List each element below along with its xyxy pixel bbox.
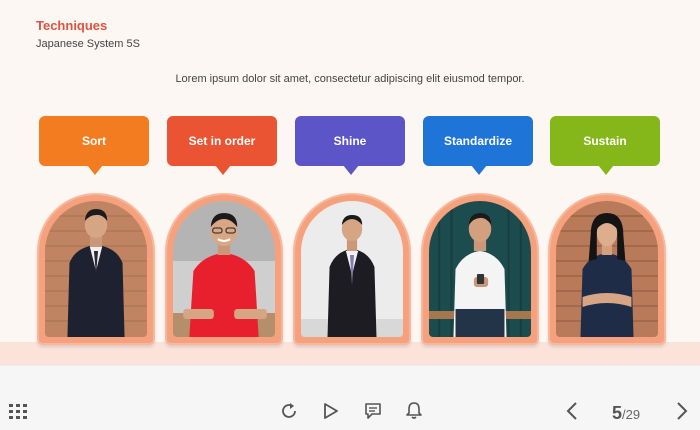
step-card-sort: Sort (37, 116, 155, 345)
chevron-left-icon[interactable] (565, 401, 579, 421)
replay-icon[interactable] (280, 402, 298, 420)
man-with-phone-photo (429, 201, 531, 337)
page-indicator: 5/29 (612, 403, 640, 424)
grid-menu-icon[interactable] (9, 404, 27, 420)
step-label: Standardize (443, 134, 512, 148)
step-bubble-sort[interactable]: Sort (39, 116, 149, 175)
bubble-tail (471, 165, 487, 175)
photo-frame (37, 193, 155, 345)
step-label: Shine (333, 134, 367, 148)
step-bubble-sustain[interactable]: Sustain (550, 116, 660, 175)
player-toolbar (0, 365, 700, 430)
total-pages: /29 (622, 407, 641, 422)
chevron-right-icon[interactable] (675, 401, 689, 421)
step-card-shine: Shine (293, 116, 411, 345)
step-card-set-in-order: Set in order (165, 116, 283, 345)
step-label: Set in order (188, 134, 256, 148)
floor-band (0, 342, 700, 365)
man-in-red-shirt-photo (173, 201, 275, 337)
bubble-tail (215, 165, 231, 175)
comment-icon[interactable] (364, 402, 382, 420)
man-in-dark-suit-photo (301, 201, 403, 337)
step-card-sustain: Sustain (548, 116, 666, 345)
step-label: Sort (82, 134, 106, 148)
play-icon[interactable] (323, 402, 339, 420)
slide-title: Techniques (36, 18, 108, 33)
slide-subtitle: Japanese System 5S (36, 38, 140, 50)
bubble-tail (87, 165, 103, 175)
photo-frame (421, 193, 539, 345)
slide: Techniques Japanese System 5S Lorem ipsu… (0, 0, 700, 365)
man-in-suit-photo (45, 201, 147, 337)
photo-frame (293, 193, 411, 345)
bubble-tail (598, 165, 614, 175)
current-page: 5 (612, 403, 623, 423)
bubble-tail (343, 165, 359, 175)
lead-text: Lorem ipsum dolor sit amet, consectetur … (175, 73, 525, 85)
step-bubble-set-in-order[interactable]: Set in order (167, 116, 277, 175)
photo-frame (165, 193, 283, 345)
step-bubble-shine[interactable]: Shine (295, 116, 405, 175)
step-bubble-standardize[interactable]: Standardize (423, 116, 533, 175)
photo-frame (548, 193, 666, 345)
bell-icon[interactable] (405, 401, 423, 420)
step-label: Sustain (583, 134, 627, 148)
step-card-standardize: Standardize (421, 116, 539, 345)
woman-arms-crossed-photo (556, 201, 658, 337)
